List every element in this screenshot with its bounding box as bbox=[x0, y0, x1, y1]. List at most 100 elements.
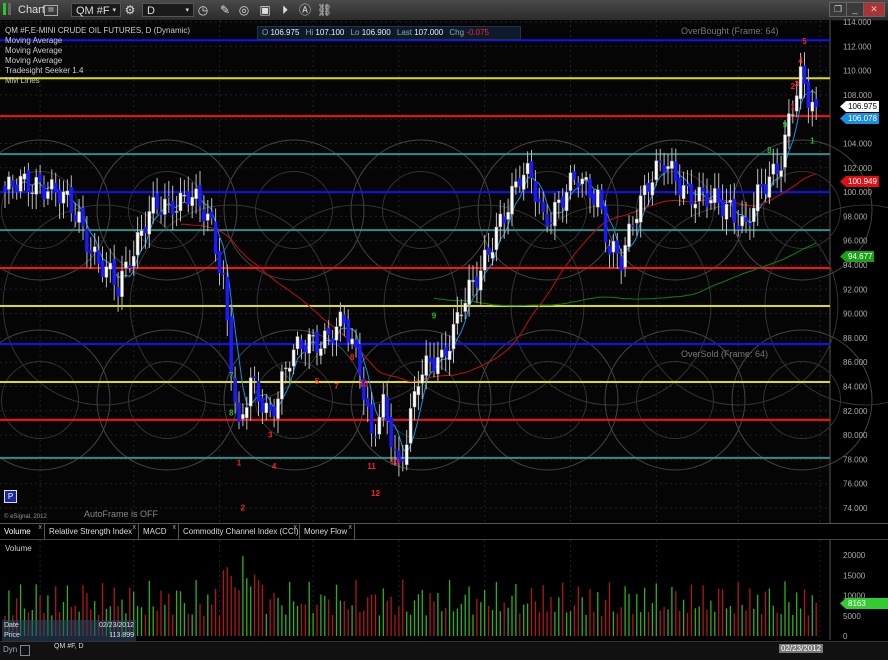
lock-icon[interactable] bbox=[20, 645, 30, 656]
candle bbox=[89, 250, 93, 254]
candle bbox=[549, 222, 553, 224]
legend-study[interactable]: MM Lines bbox=[5, 76, 40, 85]
tab-volume[interactable]: Volume x bbox=[0, 524, 45, 539]
candle bbox=[642, 185, 647, 196]
candle bbox=[537, 198, 542, 203]
candle bbox=[533, 181, 538, 202]
candle bbox=[182, 194, 187, 197]
seeker-count-label: 13 bbox=[391, 457, 400, 466]
price-tick-label: 98.000 bbox=[843, 212, 868, 221]
candle bbox=[30, 192, 35, 194]
candle bbox=[681, 185, 686, 199]
tab-rsi[interactable]: Relative Strength Index x bbox=[45, 524, 139, 539]
candle bbox=[557, 199, 561, 203]
price-tick-label: 82.000 bbox=[843, 407, 868, 416]
price-tick-label: 90.000 bbox=[843, 310, 868, 319]
symbol-label: QM #F, D bbox=[54, 643, 84, 650]
candle bbox=[592, 193, 596, 205]
volume-last-tag: 8163 bbox=[840, 598, 888, 609]
candle bbox=[323, 330, 327, 349]
ohlc-readout: O 106.975 Hi 107.100 Lo 106.900 Last 107… bbox=[257, 26, 521, 40]
candle bbox=[685, 183, 690, 187]
legend-study[interactable]: Moving Average bbox=[5, 36, 62, 45]
price-tick-label: 74.000 bbox=[843, 504, 868, 513]
seeker-count-label: 9 bbox=[432, 311, 437, 320]
price-tick-label: 80.000 bbox=[843, 431, 868, 440]
price-tick-label: 88.000 bbox=[843, 334, 868, 343]
candle bbox=[237, 402, 241, 423]
seeker-count-label: 1 bbox=[791, 102, 796, 111]
price-chart[interactable]: 12345781011121312 345981978 74.00076.0007… bbox=[0, 0, 888, 659]
candle bbox=[256, 380, 261, 402]
candle bbox=[740, 216, 744, 227]
candle bbox=[135, 232, 140, 256]
candle bbox=[752, 207, 756, 223]
candle bbox=[783, 134, 787, 168]
tab-label: Relative Strength Index bbox=[49, 527, 133, 536]
tab-label: MACD bbox=[143, 527, 167, 536]
candle bbox=[18, 175, 23, 192]
tab-money-flow[interactable]: Money Flow x bbox=[300, 524, 355, 539]
close-icon[interactable]: x bbox=[294, 520, 298, 535]
candle bbox=[167, 196, 171, 198]
candle bbox=[34, 177, 38, 195]
candle bbox=[576, 182, 581, 188]
legend-study[interactable]: Tradesight Seeker 1.4 bbox=[5, 66, 83, 75]
change-value: -0.075 bbox=[466, 28, 489, 37]
tab-label: Commodity Channel Index (CCI) bbox=[183, 527, 299, 536]
open-value: 106.975 bbox=[270, 28, 300, 37]
seeker-count-label: 8 bbox=[350, 353, 355, 362]
price-tick-label: 76.000 bbox=[843, 480, 868, 489]
candle bbox=[728, 199, 733, 203]
close-icon[interactable]: x bbox=[133, 520, 137, 535]
seeker-count-label: 9 bbox=[783, 121, 788, 130]
candle bbox=[479, 270, 483, 291]
candle bbox=[810, 101, 815, 112]
price-tick-label: 92.000 bbox=[843, 285, 868, 294]
candle bbox=[650, 182, 655, 196]
candle bbox=[732, 198, 737, 223]
candle bbox=[521, 174, 526, 190]
candle bbox=[81, 208, 85, 227]
seeker-count-label: 8 bbox=[767, 146, 772, 155]
date-value: 02/23/2012 bbox=[98, 622, 134, 629]
price-tick-label: 78.000 bbox=[843, 455, 868, 464]
price-tick-label: 112.000 bbox=[843, 42, 872, 51]
candle bbox=[545, 213, 549, 227]
seeker-count-label: 1 bbox=[237, 458, 242, 467]
tab-cci[interactable]: Commodity Channel Index (CCI) x bbox=[179, 524, 300, 539]
p-button[interactable]: P bbox=[4, 490, 17, 503]
candle bbox=[720, 199, 725, 216]
candle bbox=[120, 270, 124, 297]
candle bbox=[373, 436, 378, 439]
price-axis[interactable]: 74.000 76.000 78.000 80.000 82.000 84.000 86.0… bbox=[843, 18, 872, 513]
tab-macd[interactable]: MACD x bbox=[139, 524, 179, 539]
candle bbox=[404, 444, 409, 466]
candle bbox=[779, 170, 783, 177]
candle bbox=[564, 192, 569, 212]
seeker-count-label: 3 bbox=[794, 79, 799, 88]
status-bar: Dyn QM #F, D 02/23/2012 bbox=[0, 641, 888, 660]
volume-tick-label: 0 bbox=[843, 632, 848, 641]
legend-study[interactable]: Moving Average bbox=[5, 56, 62, 65]
candle bbox=[412, 391, 417, 408]
candle bbox=[69, 187, 74, 214]
candle bbox=[572, 171, 577, 180]
ma-slow-tag: 94.677 bbox=[840, 251, 875, 262]
price-tick-label: 104.000 bbox=[843, 140, 872, 149]
close-icon[interactable]: x bbox=[39, 520, 43, 535]
tab-label: Volume bbox=[4, 527, 31, 536]
chart-legend-title: QM #F,E-MINI CRUDE OIL FUTURES, D (Dynam… bbox=[5, 26, 191, 35]
high-label: Hi bbox=[305, 28, 314, 37]
cursor-date: 02/23/2012 bbox=[779, 644, 824, 653]
seeker-count-label: 11 bbox=[367, 462, 376, 471]
ma-fast-tag: 106.078 bbox=[840, 113, 879, 124]
legend-study[interactable]: Moving Average bbox=[5, 46, 62, 55]
candle bbox=[471, 280, 475, 282]
candle bbox=[615, 240, 620, 254]
candle bbox=[798, 66, 803, 100]
candle bbox=[365, 398, 370, 407]
candle bbox=[775, 163, 779, 174]
close-icon[interactable]: x bbox=[173, 520, 177, 535]
close-icon[interactable]: x bbox=[349, 520, 353, 535]
